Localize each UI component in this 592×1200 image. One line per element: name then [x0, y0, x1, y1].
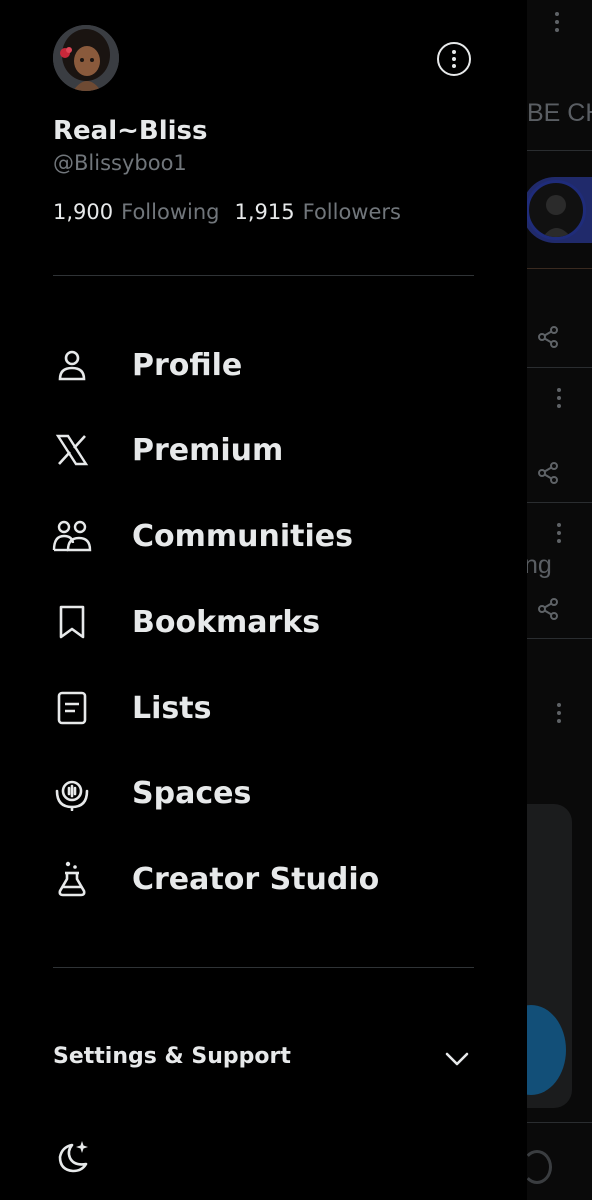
chevron-down-icon [445, 1052, 469, 1066]
background-share-icon [538, 462, 558, 484]
background-more-icon [556, 523, 562, 547]
menu-item-lists[interactable]: Lists [0, 673, 527, 743]
avatar[interactable] [53, 25, 119, 91]
background-divider [527, 367, 592, 368]
background-avatar [526, 180, 586, 240]
settings-label: Settings & Support [53, 1044, 291, 1069]
menu-item-label: Communities [132, 518, 353, 554]
background-more-icon [554, 12, 560, 36]
background-divider [527, 150, 592, 151]
menu-item-label: Lists [132, 690, 212, 726]
display-name[interactable]: Real~Bliss [53, 116, 208, 146]
following-count[interactable]: 1,900 [53, 200, 113, 224]
settings-and-support-toggle[interactable]: Settings & Support [0, 1028, 527, 1088]
background-more-icon [556, 703, 562, 727]
bookmark-icon [52, 602, 92, 642]
background-divider [527, 638, 592, 639]
user-handle: @Blissyboo1 [53, 151, 187, 175]
divider [53, 967, 474, 968]
menu-item-bookmarks[interactable]: Bookmarks [0, 587, 527, 657]
following-label[interactable]: Following [121, 200, 219, 224]
menu-item-label: Premium [132, 432, 284, 468]
background-post-fragment: ng [524, 551, 552, 579]
menu-item-label: Profile [132, 347, 243, 383]
divider [53, 275, 474, 276]
background-share-icon [538, 326, 558, 348]
menu-item-creator-studio[interactable]: Creator Studio [0, 844, 527, 914]
navigation-drawer: Real~Bliss @Blissyboo1 1,900 Following 1… [0, 0, 527, 1200]
background-divider [527, 1122, 592, 1123]
menu-item-spaces[interactable]: Spaces [0, 758, 527, 828]
menu-item-premium[interactable]: Premium [0, 415, 527, 485]
person-icon [52, 345, 92, 385]
x-logo-icon [52, 430, 92, 470]
background-share-icon [538, 598, 558, 620]
list-icon [52, 688, 92, 728]
background-more-icon [556, 388, 562, 412]
menu-item-label: Bookmarks [132, 604, 321, 640]
communities-icon [52, 516, 92, 556]
follow-stats: 1,900 Following 1,915 Followers [53, 200, 401, 224]
flask-icon [52, 859, 92, 899]
spaces-icon [52, 773, 92, 813]
avatar-image [53, 25, 119, 91]
menu-item-communities[interactable]: Communities [0, 501, 527, 571]
menu-item-profile[interactable]: Profile [0, 330, 527, 400]
moon-sparkle-icon[interactable] [52, 1138, 92, 1178]
menu-item-label: Spaces [132, 775, 252, 811]
more-options-icon[interactable] [437, 42, 471, 76]
followers-count[interactable]: 1,915 [234, 200, 294, 224]
background-header-fragment: BE CH [527, 99, 592, 127]
menu-item-label: Creator Studio [132, 861, 380, 897]
followers-label[interactable]: Followers [303, 200, 401, 224]
background-divider [527, 268, 592, 269]
background-divider [527, 502, 592, 503]
